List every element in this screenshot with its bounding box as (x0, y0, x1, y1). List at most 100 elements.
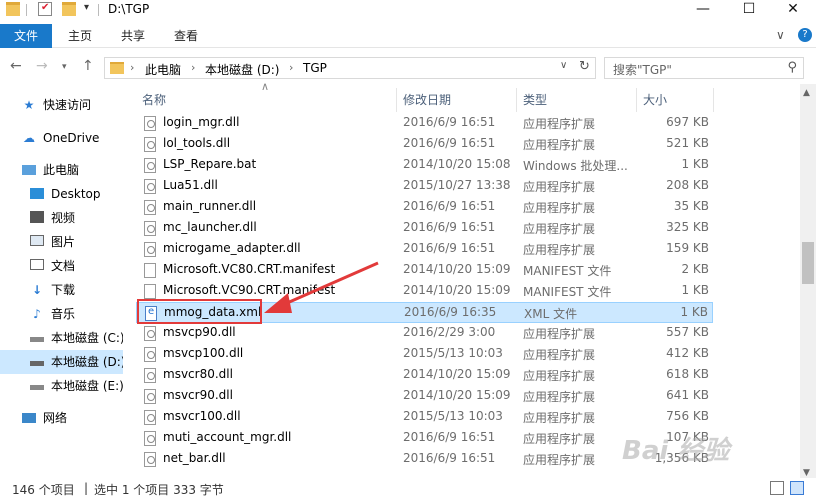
desktop-icon (30, 188, 44, 199)
file-date: 2014/10/20 15:09 (403, 367, 511, 381)
dll-file-icon (144, 137, 156, 152)
properties-icon[interactable] (38, 2, 52, 16)
refresh-icon[interactable]: ↻ (579, 59, 590, 74)
column-header-type[interactable]: 类型 (523, 88, 547, 112)
file-row[interactable]: msvcp90.dll 2016/2/29 3:00 应用程序扩展 557 KB (136, 323, 713, 344)
details-view-icon[interactable] (770, 481, 784, 495)
divider (98, 4, 99, 16)
file-size: 756 KB (666, 409, 709, 423)
scrollbar-thumb[interactable] (802, 242, 814, 284)
file-name: msvcr90.dll (163, 388, 233, 402)
up-icon[interactable]: ↑ (82, 58, 94, 74)
network-icon (22, 413, 36, 423)
file-size: 1 KB (681, 283, 709, 297)
scroll-down-icon[interactable]: ▼ (803, 468, 810, 478)
column-header-date[interactable]: 修改日期 (403, 88, 451, 112)
file-name: lol_tools.dll (163, 136, 231, 150)
file-size: 412 KB (666, 346, 709, 360)
vertical-scrollbar[interactable]: ▲ ▼ (800, 84, 816, 482)
file-size: 2 KB (681, 262, 709, 276)
file-row[interactable]: lol_tools.dll 2016/6/9 16:51 应用程序扩展 521 KB (136, 134, 713, 155)
sidebar-item-label: Desktop (51, 187, 101, 201)
file-date: 2014/10/20 15:09 (403, 262, 511, 276)
sidebar-item-documents[interactable]: 文档 (0, 254, 123, 278)
maximize-button[interactable]: ☐ (726, 0, 772, 20)
file-size: 697 KB (666, 115, 709, 129)
search-input[interactable]: 搜索"TGP" (613, 61, 672, 78)
file-size: 35 KB (673, 199, 709, 213)
file-row[interactable]: login_mgr.dll 2016/6/9 16:51 应用程序扩展 697 KB (136, 113, 713, 134)
dll-file-icon (144, 326, 156, 341)
file-row[interactable]: Lua51.dll 2015/10/27 13:38 应用程序扩展 208 KB (136, 176, 713, 197)
search-box[interactable]: 搜索"TGP" ⚲ (604, 57, 804, 79)
file-row[interactable]: main_runner.dll 2016/6/9 16:51 应用程序扩展 35 KB (136, 197, 713, 218)
tab-share[interactable]: 共享 (121, 24, 145, 48)
document-icon (30, 259, 44, 270)
window-title: D:\TGP (108, 2, 150, 16)
tab-view[interactable]: 查看 (174, 24, 198, 48)
address-dropdown-icon[interactable]: ∨ (560, 60, 567, 71)
sidebar-item-label: 文档 (51, 259, 76, 273)
file-name: msvcr100.dll (163, 409, 241, 423)
scroll-up-icon[interactable]: ▲ (803, 88, 810, 98)
breadcrumb-tgp[interactable]: TGP (303, 61, 327, 75)
column-header-size[interactable]: 大小 (643, 88, 667, 112)
recent-locations-icon[interactable]: ▾ (62, 62, 67, 72)
file-row[interactable]: msvcr100.dll 2015/5/13 10:03 应用程序扩展 756 KB (136, 407, 713, 428)
drive-icon (30, 385, 44, 390)
file-date: 2016/2/29 3:00 (403, 325, 496, 339)
new-folder-icon[interactable] (62, 2, 76, 16)
column-divider[interactable] (516, 88, 517, 112)
back-icon[interactable]: ← (10, 58, 22, 74)
sidebar-item-quick-access[interactable]: ★ 快速访问 (0, 93, 123, 117)
column-divider[interactable] (636, 88, 637, 112)
file-size: 1 KB (681, 157, 709, 171)
close-button[interactable]: ✕ (770, 0, 816, 20)
file-row[interactable]: msvcr90.dll 2014/10/20 15:09 应用程序扩展 641 KB (136, 386, 713, 407)
sidebar-item-drive-d[interactable]: 本地磁盘 (D:) (0, 350, 123, 374)
help-icon[interactable]: ? (798, 28, 812, 42)
minimize-button[interactable]: — (680, 0, 726, 20)
sidebar-item-music[interactable]: ♪ 音乐 (0, 302, 123, 326)
file-date: 2016/6/9 16:51 (403, 220, 496, 234)
file-icon (144, 263, 156, 278)
column-header-name[interactable]: 名称 (142, 88, 166, 112)
navigation-bar: ← → ▾ ↑ › 此电脑 › 本地磁盘 (D:) › TGP ∨ ↻ 搜索"T… (0, 52, 816, 82)
breadcrumb-drive-d[interactable]: 本地磁盘 (D:) (205, 61, 279, 78)
sidebar-item-downloads[interactable]: ↓ 下载 (0, 278, 123, 302)
breadcrumb-this-pc[interactable]: 此电脑 (145, 61, 181, 78)
file-name: msvcp90.dll (163, 325, 236, 339)
sidebar-item-this-pc[interactable]: 此电脑 (0, 158, 123, 182)
sidebar-item-network[interactable]: 网络 (0, 406, 123, 430)
file-row[interactable]: microgame_adapter.dll 2016/6/9 16:51 应用程序扩… (136, 239, 713, 260)
sidebar-item-pictures[interactable]: 图片 (0, 230, 123, 254)
file-row[interactable]: msvcp100.dll 2015/5/13 10:03 应用程序扩展 412 KB (136, 344, 713, 365)
large-icons-view-icon[interactable] (790, 481, 804, 495)
customize-toolbar-icon[interactable]: ▾ (84, 2, 89, 13)
dll-file-icon (144, 200, 156, 215)
file-row[interactable]: mc_launcher.dll 2016/6/9 16:51 应用程序扩展 325 K… (136, 218, 713, 239)
collapse-ribbon-icon[interactable]: ∨ (776, 28, 785, 42)
file-row[interactable]: Microsoft.VC80.CRT.manifest 2014/10/20 15… (136, 260, 713, 281)
file-row[interactable]: msvcr80.dll 2014/10/20 15:09 应用程序扩展 618 KB (136, 365, 713, 386)
file-row[interactable]: LSP_Repare.bat 2014/10/20 15:08 Windows 批处… (136, 155, 713, 176)
file-date: 2015/10/27 13:38 (403, 178, 511, 192)
forward-icon[interactable]: → (36, 58, 48, 74)
star-icon: ★ (23, 98, 35, 112)
tab-file[interactable]: 文件 (0, 24, 52, 48)
column-divider[interactable] (713, 88, 714, 112)
tab-home[interactable]: 主页 (68, 24, 92, 48)
sidebar-item-label: 快速访问 (43, 98, 92, 112)
search-icon[interactable]: ⚲ (787, 60, 797, 75)
sidebar-item-onedrive[interactable]: ☁ OneDrive (0, 126, 123, 150)
address-bar[interactable]: › 此电脑 › 本地磁盘 (D:) › TGP ∨ ↻ (104, 57, 596, 79)
sidebar-item-videos[interactable]: 视频 (0, 206, 123, 230)
sidebar-item-drive-e[interactable]: 本地磁盘 (E:) (0, 374, 123, 398)
dll-file-icon (144, 116, 156, 131)
sidebar-item-desktop[interactable]: Desktop (0, 182, 123, 206)
file-type: 应用程序扩展 (523, 222, 596, 236)
sidebar-item-drive-c[interactable]: 本地磁盘 (C:) (0, 326, 123, 350)
music-icon: ♪ (33, 307, 41, 321)
column-divider[interactable] (396, 88, 397, 112)
file-size: 1 KB (680, 305, 708, 319)
